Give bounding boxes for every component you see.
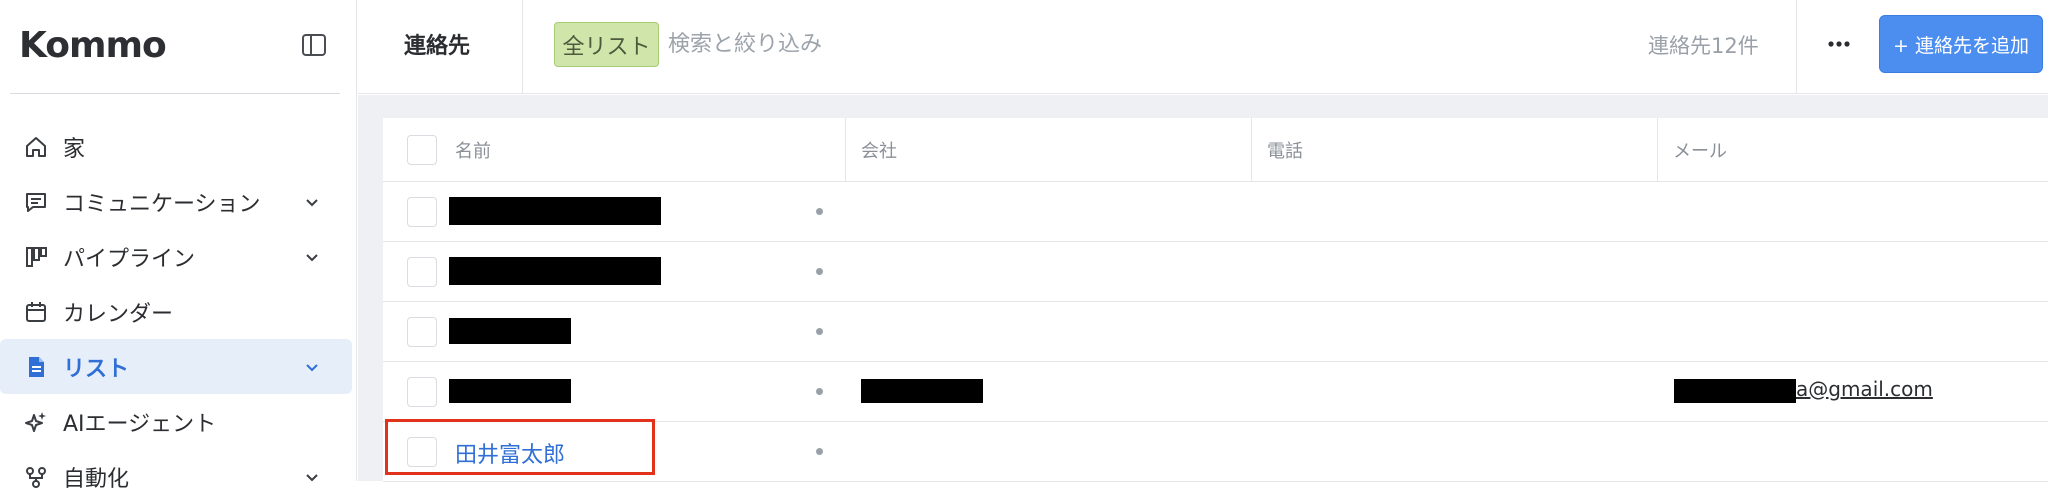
search-input[interactable]: [668, 22, 1268, 67]
kommo-logo[interactable]: Kommo: [19, 24, 167, 66]
main-content: 名前 会社 電話 メール a@gmail.com 田井富太郎: [358, 95, 2048, 482]
page-title: 連絡先: [404, 34, 471, 59]
sidebar-nav: 家 コミュニケーション パイプライン カレンダー リスト AIエージェント 自動…: [0, 119, 357, 504]
status-dot: [816, 208, 823, 215]
sidebar-item-label: カレンダー: [63, 301, 174, 327]
status-dot: [816, 388, 823, 395]
redacted-name[interactable]: [449, 379, 571, 403]
add-contact-button[interactable]: + 連絡先を追加: [1879, 15, 2043, 73]
row-checkbox[interactable]: [407, 197, 437, 227]
row-checkbox[interactable]: [407, 377, 437, 407]
contacts-table: 名前 会社 電話 メール a@gmail.com 田井富太郎: [383, 118, 2048, 482]
sidebar-item-label: パイプライン: [63, 246, 196, 272]
column-separator[interactable]: [1251, 118, 1252, 182]
pipeline-icon: [22, 243, 50, 271]
sidebar-item-communication[interactable]: コミュニケーション: [0, 174, 357, 229]
chevron-down-icon[interactable]: [301, 356, 323, 378]
more-horizontal-icon: [1828, 41, 1850, 47]
column-header-company[interactable]: 会社: [861, 118, 897, 182]
redacted-name[interactable]: [449, 257, 661, 285]
calendar-icon: [22, 298, 50, 326]
sidebar-item-calendar[interactable]: カレンダー: [0, 284, 357, 339]
row-checkbox[interactable]: [407, 437, 437, 467]
email-link[interactable]: a@gmail.com: [1796, 377, 1933, 401]
sidebar-divider: [10, 93, 340, 94]
toolbar-divider: [1796, 0, 1797, 94]
top-bar: 連絡先 全リスト 連絡先12件 + 連絡先を追加: [358, 0, 2048, 94]
chevron-down-icon[interactable]: [301, 191, 323, 213]
sidebar-item-label: AIエージェント: [63, 411, 217, 437]
row-checkbox[interactable]: [407, 317, 437, 347]
column-separator[interactable]: [1657, 118, 1658, 182]
status-dot: [816, 328, 823, 335]
sidebar-item-automation[interactable]: 自動化: [0, 449, 357, 504]
chevron-down-icon[interactable]: [301, 466, 323, 488]
filter-chip-all-lists[interactable]: 全リスト: [554, 22, 659, 67]
sidebar-item-home[interactable]: 家: [0, 119, 357, 174]
row-checkbox[interactable]: [407, 257, 437, 287]
flow-icon: [22, 463, 50, 491]
sidebar-item-ai-agent[interactable]: AIエージェント: [0, 394, 357, 449]
column-header-email[interactable]: メール: [1673, 118, 1727, 182]
sidebar-toggle-button[interactable]: [299, 30, 329, 60]
sidebar-panel-icon: [302, 34, 326, 56]
redacted-name[interactable]: [449, 318, 571, 344]
sidebar: Kommo 家 コミュニケーション パイプライン カレンダー リスト AIエージ…: [0, 0, 357, 492]
table-row[interactable]: [383, 302, 2048, 362]
column-separator[interactable]: [845, 118, 846, 182]
sidebar-item-label: コミュニケーション: [63, 191, 261, 217]
logo-text: Kommo: [19, 24, 167, 66]
redacted-company[interactable]: [861, 379, 983, 403]
contact-name-link[interactable]: 田井富太郎: [455, 437, 565, 469]
table-row[interactable]: a@gmail.com: [383, 362, 2048, 422]
status-dot: [816, 268, 823, 275]
column-header-name[interactable]: 名前: [455, 118, 491, 182]
chat-icon: [22, 188, 50, 216]
sidebar-item-label: リスト: [63, 356, 130, 382]
home-icon: [22, 133, 50, 161]
sidebar-item-label: 自動化: [63, 466, 130, 492]
sparkle-icon: [22, 408, 50, 436]
contact-count: 連絡先12件: [1648, 34, 1759, 58]
select-all-checkbox[interactable]: [407, 135, 437, 165]
chevron-down-icon[interactable]: [301, 246, 323, 268]
sidebar-item-lists[interactable]: リスト: [0, 339, 352, 394]
redacted-name[interactable]: [449, 197, 661, 225]
title-divider: [522, 0, 523, 94]
status-dot: [816, 448, 823, 455]
table-row[interactable]: [383, 242, 2048, 302]
sidebar-item-pipeline[interactable]: パイプライン: [0, 229, 357, 284]
document-icon: [22, 353, 50, 381]
table-header: 名前 会社 電話 メール: [383, 118, 2048, 182]
table-row[interactable]: [383, 182, 2048, 242]
more-options-button[interactable]: [1819, 26, 1859, 62]
table-row[interactable]: 田井富太郎: [383, 419, 2048, 482]
redacted-email-prefix: [1674, 379, 1796, 403]
column-header-phone[interactable]: 電話: [1267, 118, 1303, 182]
sidebar-item-label: 家: [63, 136, 86, 162]
